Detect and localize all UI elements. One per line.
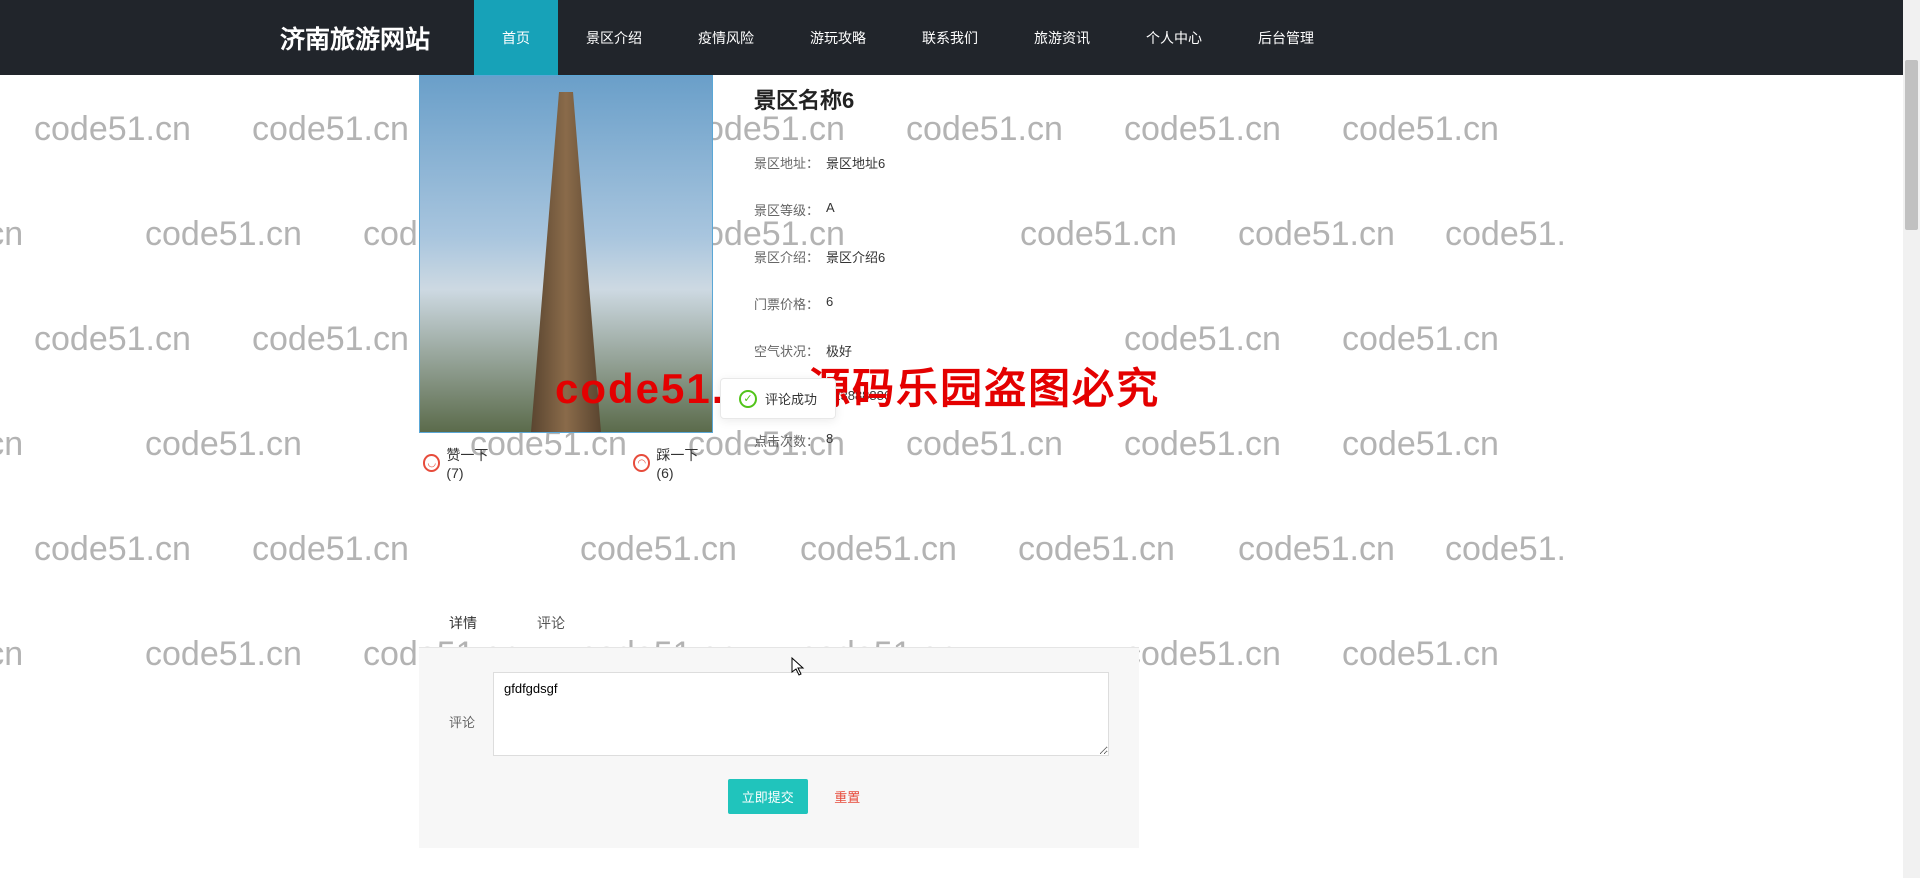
tabs: 详情 评论 xyxy=(419,601,1139,648)
smile-icon: ◡ xyxy=(423,454,440,472)
field-label: 门票价格： xyxy=(754,294,826,313)
field-label: 景区介绍： xyxy=(754,247,826,266)
like-label: 赞一下(7) xyxy=(446,445,503,481)
nav-home[interactable]: 首页 xyxy=(474,0,558,75)
field-label: 景区地址： xyxy=(754,153,826,172)
scroll-thumb[interactable] xyxy=(1905,60,1918,230)
scenic-image xyxy=(419,75,713,433)
comment-panel: 评论 立即提交 重置 xyxy=(419,648,1139,848)
header-bar: 济南旅游网站 首页 景区介绍 疫情风险 游玩攻略 联系我们 旅游资讯 个人中心 … xyxy=(0,0,1920,75)
dislike-label: 踩一下(6) xyxy=(656,445,713,481)
field-value: 景区地址6 xyxy=(826,153,885,172)
nav-contact[interactable]: 联系我们 xyxy=(894,0,1006,75)
like-button[interactable]: ◡ 赞一下(7) xyxy=(423,445,503,481)
frown-icon: ◠ xyxy=(633,454,650,472)
nav-profile[interactable]: 个人中心 xyxy=(1118,0,1230,75)
nav-guide[interactable]: 游玩攻略 xyxy=(782,0,894,75)
tab-comment[interactable]: 评论 xyxy=(507,601,595,647)
nav-menu: 首页 景区介绍 疫情风险 游玩攻略 联系我们 旅游资讯 个人中心 后台管理 xyxy=(474,0,1342,75)
scrollbar[interactable] xyxy=(1903,0,1920,878)
nav-news[interactable]: 旅游资讯 xyxy=(1006,0,1118,75)
field-value: 极好 xyxy=(826,341,852,360)
nav-epidemic[interactable]: 疫情风险 xyxy=(670,0,782,75)
comment-textarea[interactable] xyxy=(493,672,1109,756)
check-circle-icon: ✓ xyxy=(739,390,757,408)
field-value: 6 xyxy=(826,294,833,313)
tab-detail[interactable]: 详情 xyxy=(419,601,507,647)
scenic-title: 景区名称6 xyxy=(754,75,1154,139)
field-label: 空气状况： xyxy=(754,341,826,360)
submit-button[interactable]: 立即提交 xyxy=(728,779,808,814)
reset-button[interactable]: 重置 xyxy=(820,779,874,814)
dislike-button[interactable]: ◠ 踩一下(6) xyxy=(633,445,713,481)
nav-admin[interactable]: 后台管理 xyxy=(1230,0,1342,75)
field-label: 点击次数： xyxy=(754,431,826,450)
field-value: 8 xyxy=(826,431,833,450)
nav-scenic[interactable]: 景区介绍 xyxy=(558,0,670,75)
field-value: A xyxy=(826,200,835,219)
site-title: 济南旅游网站 xyxy=(280,20,430,56)
field-label: 景区等级： xyxy=(754,200,826,219)
comment-label: 评论 xyxy=(449,672,479,814)
field-value: 景区介绍6 xyxy=(826,247,885,266)
toast-message: 评论成功 xyxy=(765,389,817,408)
success-toast: ✓ 评论成功 xyxy=(720,378,836,419)
